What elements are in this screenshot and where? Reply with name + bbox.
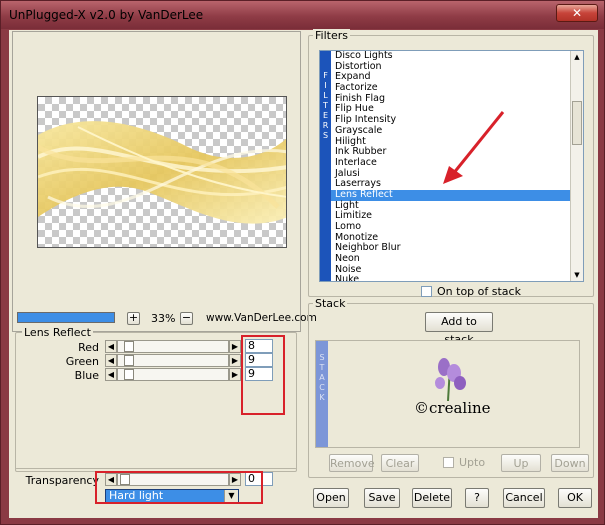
blue-slider[interactable] [117, 368, 229, 381]
side-letter: S [319, 353, 325, 362]
side-letter: E [322, 111, 329, 120]
up-button[interactable]: Up [501, 454, 541, 472]
annotation-arrow-icon [443, 111, 505, 184]
filters-group: Filters F I L T E R S Disco Lights Distor… [308, 29, 594, 298]
annotation-highlight-values [241, 335, 285, 415]
on-top-checkbox[interactable] [421, 286, 432, 297]
close-button[interactable]: ✕ [556, 4, 598, 22]
filters-scrollbar[interactable]: ▲ ▼ [570, 51, 583, 281]
zoom-level: 33% [151, 312, 176, 325]
red-label: Red [78, 341, 99, 354]
filter-list-item[interactable]: Lens Reflect [331, 189, 572, 201]
website-link[interactable]: www.VanDerLee.com [206, 312, 317, 324]
scroll-down-icon[interactable]: ▼ [572, 270, 582, 280]
red-decrease-arrow-icon[interactable]: ◀ [105, 340, 117, 353]
transparency-label: Transparency [25, 474, 99, 487]
filter-list-item[interactable]: Noise [331, 264, 572, 276]
open-button[interactable]: Open [313, 488, 349, 508]
on-top-label: On top of stack [437, 285, 521, 298]
scroll-up-icon[interactable]: ▲ [572, 52, 582, 62]
side-letter: I [324, 81, 327, 90]
red-slider-thumb[interactable] [124, 341, 134, 352]
side-letter: R [322, 121, 329, 130]
green-increase-arrow-icon[interactable]: ▶ [229, 354, 241, 367]
flower-logo-icon [435, 358, 466, 402]
filters-side-banner: F I L T E R S [320, 51, 331, 281]
upto-label: Upto [459, 456, 486, 469]
clear-button[interactable]: Clear [381, 454, 419, 472]
green-slider-thumb[interactable] [124, 355, 134, 366]
preview-image[interactable] [37, 96, 287, 248]
red-slider[interactable] [117, 340, 229, 353]
title-bar[interactable]: UnPlugged-X v2.0 by VanDerLee ✕ [1, 1, 604, 29]
side-letter: K [319, 393, 325, 402]
stack-label: Stack [313, 297, 348, 310]
side-letter: F [323, 71, 328, 80]
preview-art [38, 121, 286, 224]
progress-bar [17, 312, 115, 323]
zoom-out-button[interactable]: − [180, 312, 193, 325]
stack-area[interactable]: S T A C K ©crealine [315, 340, 580, 448]
side-letter: C [319, 383, 325, 392]
green-decrease-arrow-icon[interactable]: ◀ [105, 354, 117, 367]
filters-label: Filters [313, 29, 350, 42]
side-letter: L [323, 91, 328, 100]
preview-panel [12, 31, 301, 332]
dialog-client: + 33% − www.VanDerLee.com Lens Reflect R… [9, 29, 598, 518]
down-button[interactable]: Down [551, 454, 589, 472]
upto-checkbox[interactable] [443, 457, 454, 468]
stack-group: Stack Add to stack S T A C K ©crealine [308, 297, 594, 478]
annotation-highlight-transparency [95, 471, 263, 504]
filter-list-item[interactable]: Nuke [331, 275, 572, 281]
blue-increase-arrow-icon[interactable]: ▶ [229, 368, 241, 381]
filter-list-item[interactable]: Limitize [331, 211, 572, 222]
blue-decrease-arrow-icon[interactable]: ◀ [105, 368, 117, 381]
side-letter: A [319, 373, 325, 382]
side-letter: T [323, 101, 328, 110]
red-increase-arrow-icon[interactable]: ▶ [229, 340, 241, 353]
remove-button[interactable]: Remove [329, 454, 375, 472]
blue-slider-thumb[interactable] [124, 369, 134, 380]
blue-label: Blue [74, 369, 99, 382]
scroll-thumb[interactable] [572, 101, 582, 145]
stack-side-banner: S T A C K [316, 341, 328, 447]
help-button[interactable]: ? [465, 488, 489, 508]
zoom-in-button[interactable]: + [127, 312, 140, 325]
green-label: Green [65, 355, 99, 368]
cancel-button[interactable]: Cancel [503, 488, 545, 508]
side-letter: S [322, 131, 329, 140]
plugin-window: UnPlugged-X v2.0 by VanDerLee ✕ + 33% − … [0, 0, 605, 525]
side-letter: T [319, 363, 325, 372]
filter-list-item[interactable]: Neighbor Blur [331, 243, 572, 254]
green-slider[interactable] [117, 354, 229, 367]
watermark-text: ©crealine [414, 399, 491, 417]
save-button[interactable]: Save [364, 488, 400, 508]
window-title: UnPlugged-X v2.0 by VanDerLee [9, 8, 204, 22]
filter-list-item[interactable]: Neon [331, 253, 572, 265]
lens-reflect-label: Lens Reflect [22, 326, 93, 339]
delete-button[interactable]: Delete [412, 488, 452, 508]
add-to-stack-button[interactable]: Add to stack [425, 312, 493, 346]
ok-button[interactable]: OK [558, 488, 592, 508]
